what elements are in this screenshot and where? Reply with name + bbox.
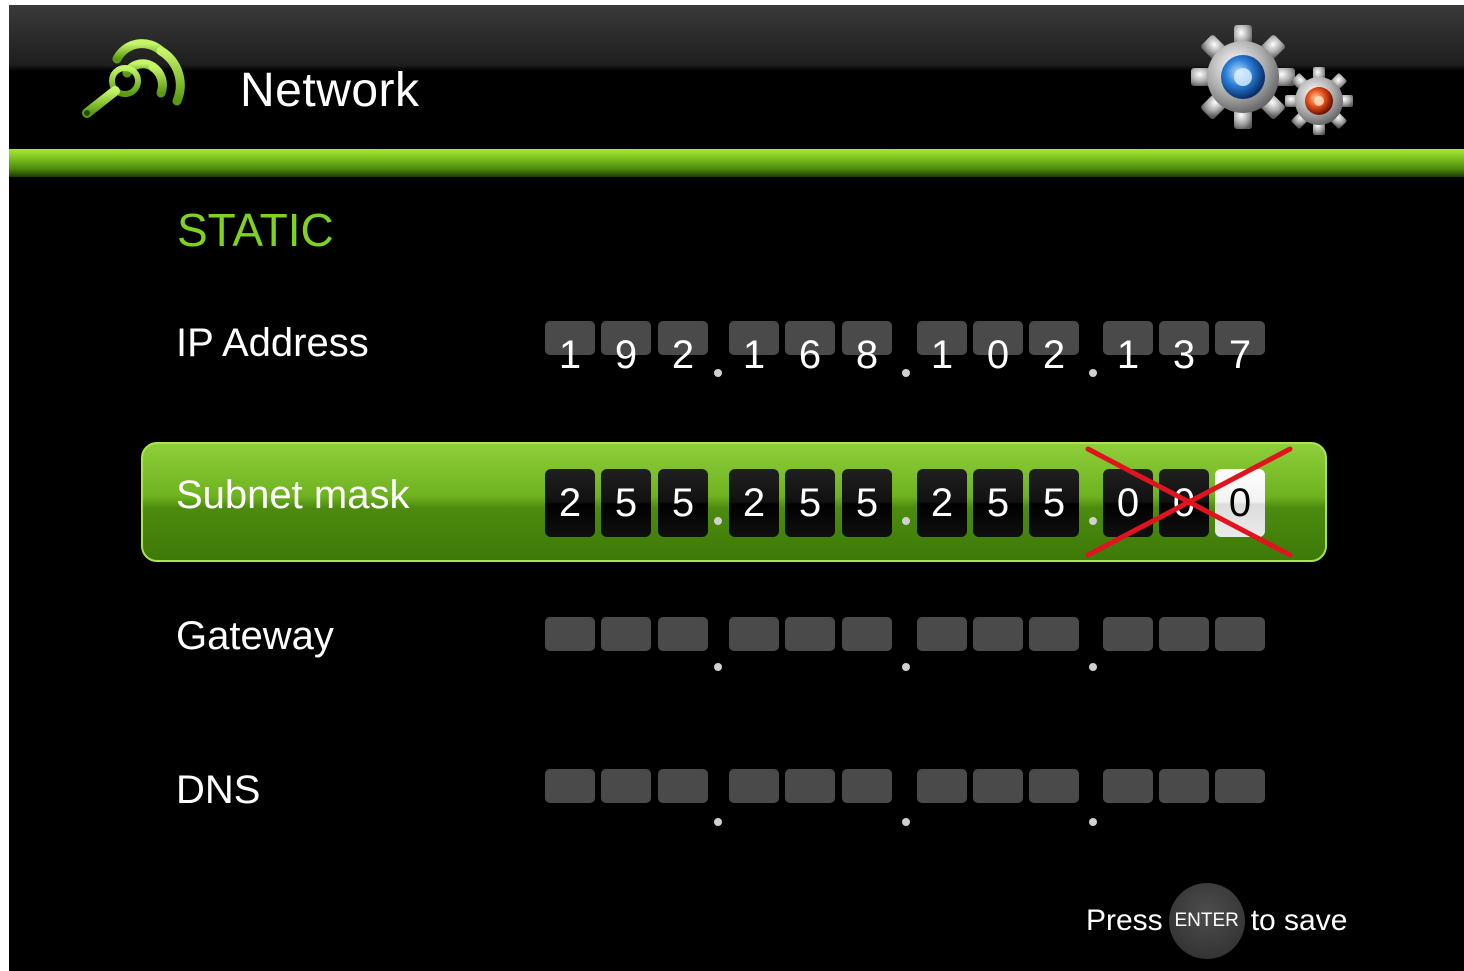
octet-digit-cell[interactable] xyxy=(842,321,892,355)
octet-digit-cell[interactable] xyxy=(1103,321,1153,355)
header-accent-bar xyxy=(9,149,1464,177)
octet-digit-cell[interactable] xyxy=(1029,617,1079,651)
octet-separator-dot xyxy=(902,369,910,377)
octet-separator-dot xyxy=(714,663,722,671)
octet-digit-cell[interactable] xyxy=(973,321,1023,355)
octet-separator-dot xyxy=(714,818,722,826)
mode-label: STATIC xyxy=(177,204,334,256)
dns-label: DNS xyxy=(176,768,261,812)
red-x-annotation xyxy=(1085,446,1293,558)
octet-digit-cell[interactable] xyxy=(785,321,835,355)
network-settings-screen: Network STATIC IP Address 1 9 2 1 6 8 1 … xyxy=(9,5,1464,971)
octet-digit-cell[interactable] xyxy=(842,617,892,651)
octet-separator-dot xyxy=(1089,369,1097,377)
gateway-label: Gateway xyxy=(176,614,334,658)
octet-digit: 1 xyxy=(742,333,766,377)
octet-digit-cell[interactable] xyxy=(729,769,779,803)
octet-digit: 2 xyxy=(671,333,695,377)
octet-separator-dot xyxy=(902,818,910,826)
octet-digit: 1 xyxy=(930,333,954,377)
octet-digit-cell[interactable] xyxy=(545,769,595,803)
octet-digit-cell[interactable] xyxy=(917,769,967,803)
octet-digit-cell[interactable] xyxy=(729,617,779,651)
octet-digit-cell[interactable] xyxy=(1215,321,1265,355)
octet-digit-cell[interactable] xyxy=(785,769,835,803)
octet-digit: 9 xyxy=(614,333,638,377)
save-hint-suffix: to save xyxy=(1250,904,1348,937)
octet-digit-cell[interactable] xyxy=(1215,769,1265,803)
octet-digit-cell[interactable] xyxy=(917,617,967,651)
gears-icon xyxy=(1191,25,1353,135)
octet-digit: 6 xyxy=(798,333,822,377)
header: Network xyxy=(9,5,1464,151)
octet-digit-cell[interactable] xyxy=(1029,769,1079,803)
octet-digit-cell[interactable] xyxy=(545,617,595,651)
octet-digit: 8 xyxy=(855,333,879,377)
octet-digit-cell[interactable] xyxy=(658,321,708,355)
octet-digit-cell[interactable] xyxy=(1215,617,1265,651)
octet-digit-cell[interactable] xyxy=(1159,321,1209,355)
octet-digit-cell[interactable] xyxy=(729,321,779,355)
octet-digit-cell[interactable] xyxy=(1159,769,1209,803)
octet-digit: 0 xyxy=(986,333,1010,377)
octet-separator-dot xyxy=(1089,663,1097,671)
save-hint: Press ENTER to save xyxy=(1086,883,1347,959)
octet-digit: 1 xyxy=(1116,333,1140,377)
page-title: Network xyxy=(240,64,420,117)
octet-digit-cell[interactable] xyxy=(973,769,1023,803)
octet-separator-dot xyxy=(1089,818,1097,826)
octet-digit: 1 xyxy=(558,333,582,377)
octet-separator-dot xyxy=(902,663,910,671)
octet-digit-cell[interactable] xyxy=(842,769,892,803)
octet-digit-cell[interactable] xyxy=(917,321,967,355)
octet-separator-dot xyxy=(714,369,722,377)
subnet-mask-label: Subnet mask xyxy=(176,473,410,517)
octet-digit-cell[interactable] xyxy=(1103,617,1153,651)
octet-digit: 3 xyxy=(1172,333,1196,377)
octet-digit-cell[interactable] xyxy=(601,769,651,803)
octet-digit: 2 xyxy=(1042,333,1066,377)
octet-digit-cell[interactable] xyxy=(545,321,595,355)
octet-digit-cell[interactable] xyxy=(601,321,651,355)
octet-digit-cell[interactable] xyxy=(785,617,835,651)
wireless-wrench-icon xyxy=(82,39,185,118)
octet-digit-cell[interactable] xyxy=(658,617,708,651)
save-hint-press: Press xyxy=(1086,904,1163,937)
ip-address-label: IP Address xyxy=(176,321,369,365)
enter-key-button[interactable]: ENTER xyxy=(1168,883,1245,959)
octet-digit-cell[interactable] xyxy=(658,769,708,803)
octet-digit-cell[interactable] xyxy=(601,617,651,651)
octet-digit-cell[interactable] xyxy=(1103,769,1153,803)
octet-digit-cell[interactable] xyxy=(1159,617,1209,651)
octet-digit-cell[interactable] xyxy=(1029,321,1079,355)
octet-digit: 7 xyxy=(1228,333,1252,377)
octet-digit-cell[interactable] xyxy=(973,617,1023,651)
